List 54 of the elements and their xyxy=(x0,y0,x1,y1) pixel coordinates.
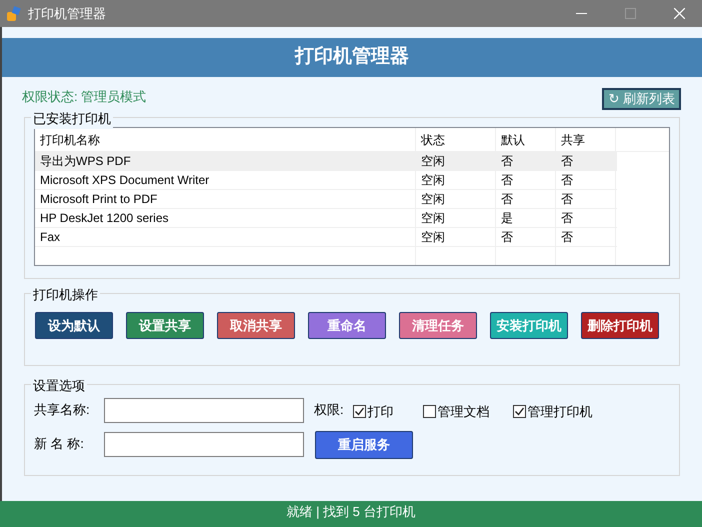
checkbox-label: 管理打印机 xyxy=(528,403,593,421)
status-text: 就绪 | 找到 5 台打印机 xyxy=(286,503,416,521)
table-cell: 空闲 xyxy=(416,228,496,246)
field-label: 权限: xyxy=(314,401,344,419)
table-cell: 空闲 xyxy=(416,190,496,208)
column-header[interactable]: 打印机名称 xyxy=(35,128,416,151)
table-row[interactable]: 导出为WPS PDF 空闲 否 否 xyxy=(35,152,617,171)
checkbox-label: 打印 xyxy=(368,403,394,421)
action-button[interactable]: 重命名 xyxy=(308,312,386,339)
app-icon xyxy=(6,6,22,22)
share-name-field[interactable] xyxy=(104,398,304,423)
table-cell: 否 xyxy=(556,209,616,227)
table-cell: Fax xyxy=(35,228,416,246)
table-cell: 空闲 xyxy=(416,209,496,227)
table-row[interactable]: HP DeskJet 1200 series 空闲 是 否 xyxy=(35,209,617,228)
new-name-field[interactable] xyxy=(104,432,304,457)
table-cell: 否 xyxy=(556,152,616,170)
table-row[interactable]: Microsoft XPS Document Writer 空闲 否 否 xyxy=(35,171,617,190)
checkbox[interactable] xyxy=(512,405,526,418)
group-title: 已安装打印机 xyxy=(31,109,113,128)
table-cell: 否 xyxy=(496,228,556,246)
column-header[interactable]: 默认 xyxy=(496,128,556,151)
table-cell: 否 xyxy=(556,190,616,208)
table-cell: 否 xyxy=(556,171,616,189)
table-cell: 否 xyxy=(496,190,556,208)
column-header[interactable]: 共享 xyxy=(556,128,616,151)
table-row[interactable]: Fax 空闲 否 否 xyxy=(35,228,617,247)
table-cell: HP DeskJet 1200 series xyxy=(35,209,416,227)
table-cell: Microsoft XPS Document Writer xyxy=(35,171,416,189)
table-row[interactable]: Microsoft Print to PDF 空闲 否 否 xyxy=(35,190,617,209)
action-button[interactable]: 设为默认 xyxy=(35,312,113,339)
close-icon[interactable] xyxy=(674,8,685,19)
table-cell: 导出为WPS PDF xyxy=(35,152,416,170)
minimize-icon[interactable] xyxy=(576,12,587,14)
checkbox-label: 管理文档 xyxy=(438,403,490,421)
table-cell: Microsoft Print to PDF xyxy=(35,190,416,208)
table-cell: 空闲 xyxy=(416,171,496,189)
field-label: 共享名称: xyxy=(34,401,91,419)
table-cell: 否 xyxy=(496,152,556,170)
field-label: 新 名 称: xyxy=(34,435,85,453)
action-button[interactable]: 取消共享 xyxy=(217,312,295,339)
checkbox[interactable] xyxy=(352,405,366,418)
restart-button[interactable]: 重启服务 xyxy=(315,431,413,459)
column-header[interactable]: 状态 xyxy=(416,128,496,151)
table-cell: 否 xyxy=(556,228,616,246)
action-button[interactable]: 设置共享 xyxy=(126,312,204,339)
header-title: 打印机管理器 xyxy=(295,45,409,70)
checkbox[interactable] xyxy=(422,405,436,418)
table-cell: 否 xyxy=(496,171,556,189)
action-button[interactable]: 删除打印机 xyxy=(581,312,659,339)
table-cell: 是 xyxy=(496,209,556,227)
permission-status: 权限状态: 管理员模式 xyxy=(22,88,146,106)
window-title: 打印机管理器 xyxy=(28,4,106,23)
table-cell: 空闲 xyxy=(416,152,496,170)
